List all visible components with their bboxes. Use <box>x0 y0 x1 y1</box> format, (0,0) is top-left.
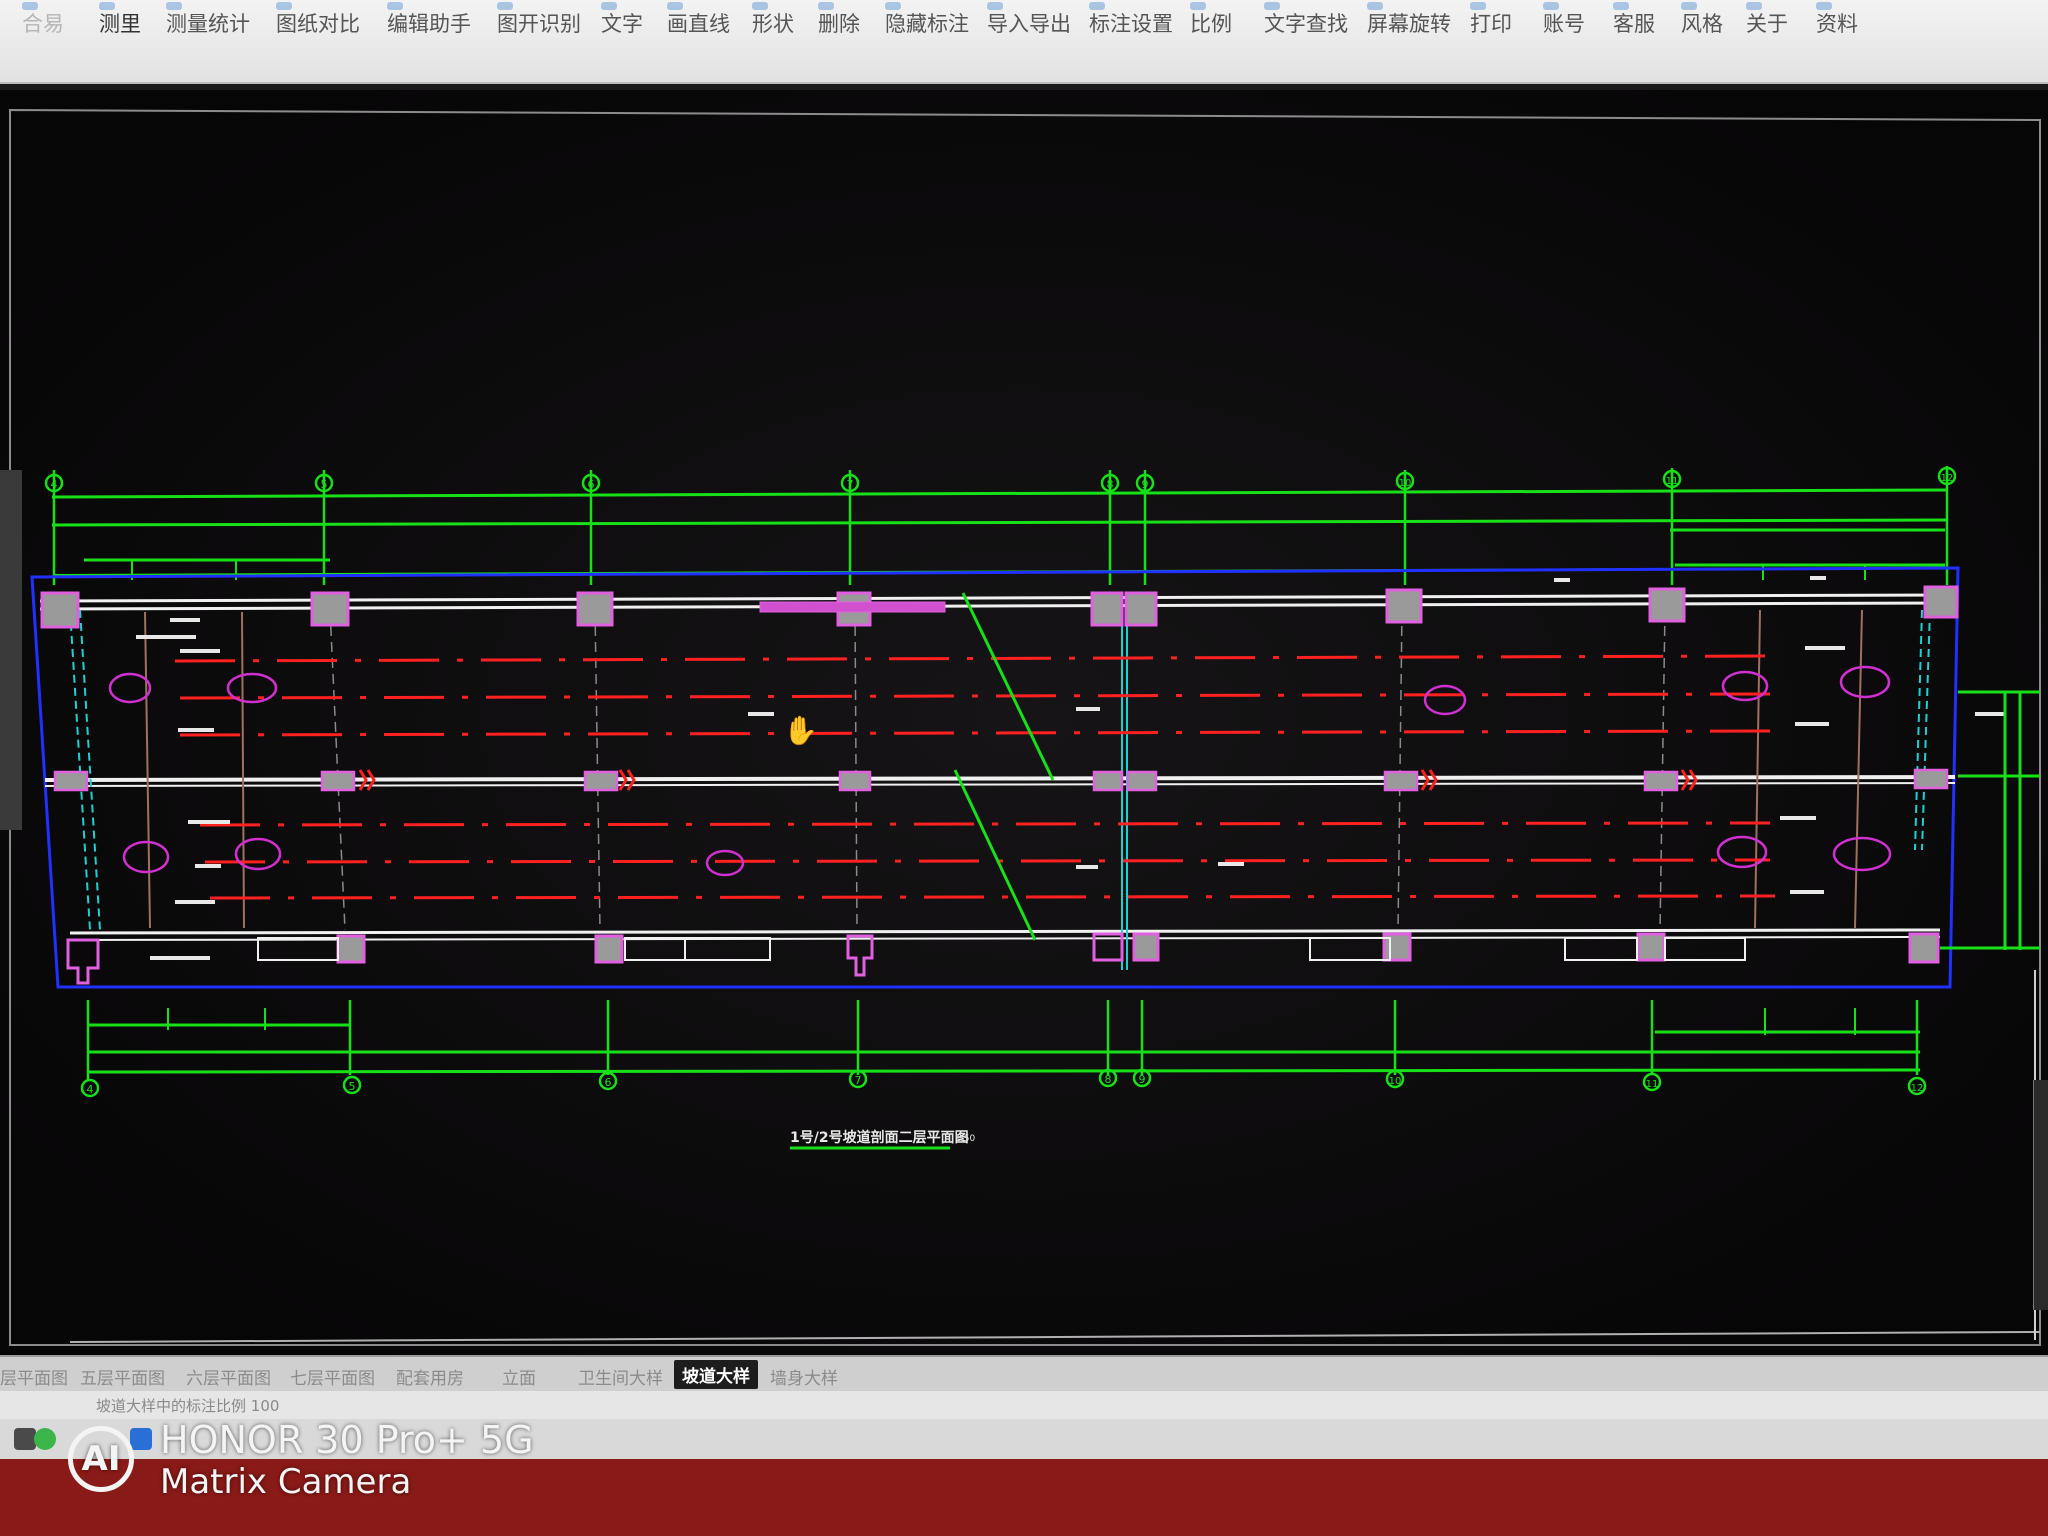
sheet-tab[interactable]: 五层平面图 <box>80 1364 165 1389</box>
toolbar-item[interactable]: 删除 <box>818 2 860 38</box>
sheet-tab[interactable]: 六层平面图 <box>186 1364 271 1389</box>
sheet-tab[interactable]: 层平面图 <box>0 1364 68 1389</box>
toolbar-item[interactable]: 客服 <box>1613 2 1655 38</box>
toolbar-item[interactable]: 账号 <box>1543 2 1585 38</box>
drawing-title: 1号/2号坡道剖面二层平面图 <box>790 1129 969 1146</box>
toolbar-item[interactable]: 比例 <box>1190 2 1232 38</box>
start-icon[interactable] <box>14 1428 36 1450</box>
toolbar-item[interactable]: 合易 <box>22 2 64 38</box>
wechat-icon[interactable] <box>34 1428 56 1450</box>
beam-top <box>759 601 946 613</box>
svg-text:5: 5 <box>321 478 328 491</box>
app-toolbar: 合易 测里 测量统计 图纸对比 编辑助手 图开识别 文字 画直线 形状 删除 隐… <box>0 0 2048 85</box>
svg-text:4: 4 <box>51 478 58 491</box>
toolbar-item[interactable]: 文字查找 <box>1264 2 1348 38</box>
svg-text:12: 12 <box>1911 1083 1924 1094</box>
toolbar-item[interactable]: 风格 <box>1681 2 1723 38</box>
toolbar-item[interactable]: 打印 <box>1470 2 1512 38</box>
left-ruler <box>0 470 22 830</box>
svg-text:9: 9 <box>1142 478 1149 491</box>
toolbar-item[interactable]: 导入导出 <box>987 2 1071 38</box>
toolbar-item[interactable]: 图开识别 <box>497 2 581 38</box>
status-bar: 坡道大样中的标注比例 100 <box>0 1391 2048 1419</box>
drawing-scale: 1:50 <box>955 1134 975 1144</box>
ai-logo-icon: AI <box>68 1426 134 1492</box>
svg-text:6: 6 <box>605 1076 612 1089</box>
right-title-block <box>2033 1080 2048 1310</box>
svg-text:12: 12 <box>1941 473 1954 484</box>
sheet-tab[interactable]: 立面 <box>502 1364 536 1389</box>
svg-text:10: 10 <box>1389 1076 1402 1087</box>
sheet-tab-bar: 层平面图 五层平面图 六层平面图 七层平面图 配套用房 立面 卫生间大样 坡道大… <box>0 1355 2048 1393</box>
app-icon[interactable] <box>130 1428 152 1450</box>
toolbar-item[interactable]: 标注设置 <box>1089 2 1173 38</box>
svg-text:6: 6 <box>588 478 595 491</box>
watermark-camera: Matrix Camera <box>160 1462 412 1502</box>
sheet-tab[interactable]: 七层平面图 <box>290 1364 375 1389</box>
watermark-model: HONOR 30 Pro+ 5G <box>160 1418 534 1462</box>
sheet-tab[interactable]: 卫生间大样 <box>578 1364 663 1389</box>
toolbar-item[interactable]: 资料 <box>1816 2 1858 38</box>
cad-canvas[interactable]: 4 5 6 7 8 9 10 11 12 ✋ 4 5 6 7 8 9 10 11… <box>0 90 2048 1355</box>
toolbar-item[interactable]: 文字 <box>601 2 643 38</box>
toolbar-item[interactable]: 隐藏标注 <box>885 2 969 38</box>
toolbar-item[interactable]: 测里 <box>99 2 141 38</box>
toolbar-item[interactable]: 编辑助手 <box>387 2 471 38</box>
toolbar-item[interactable]: 关于 <box>1746 2 1788 38</box>
toolbar-item[interactable]: 画直线 <box>667 2 730 38</box>
status-text: 坡道大样中的标注比例 100 <box>96 1397 280 1415</box>
sheet-tab-active[interactable]: 坡道大样 <box>674 1360 758 1389</box>
svg-text:8: 8 <box>1105 1073 1112 1086</box>
svg-text:8: 8 <box>1107 478 1114 491</box>
toolbar-item[interactable]: 图纸对比 <box>276 2 360 38</box>
svg-text:10: 10 <box>1399 478 1412 489</box>
toolbar-item[interactable]: 屏幕旋转 <box>1367 2 1451 38</box>
photo-scene: 合易 测里 测量统计 图纸对比 编辑助手 图开识别 文字 画直线 形状 删除 隐… <box>0 0 2048 1536</box>
svg-text:7: 7 <box>855 1074 862 1087</box>
sheet-tab[interactable]: 墙身大样 <box>770 1364 838 1389</box>
svg-text:5: 5 <box>349 1080 356 1093</box>
sheet-tab[interactable]: 配套用房 <box>396 1364 464 1389</box>
svg-text:7: 7 <box>847 478 854 491</box>
svg-text:4: 4 <box>87 1083 94 1096</box>
svg-text:11: 11 <box>1646 1079 1659 1090</box>
pan-cursor-icon: ✋ <box>783 714 818 747</box>
toolbar-item[interactable]: 形状 <box>752 2 794 38</box>
toolbar-item[interactable]: 测量统计 <box>166 2 250 38</box>
svg-text:11: 11 <box>1666 476 1679 487</box>
svg-text:9: 9 <box>1139 1073 1146 1086</box>
